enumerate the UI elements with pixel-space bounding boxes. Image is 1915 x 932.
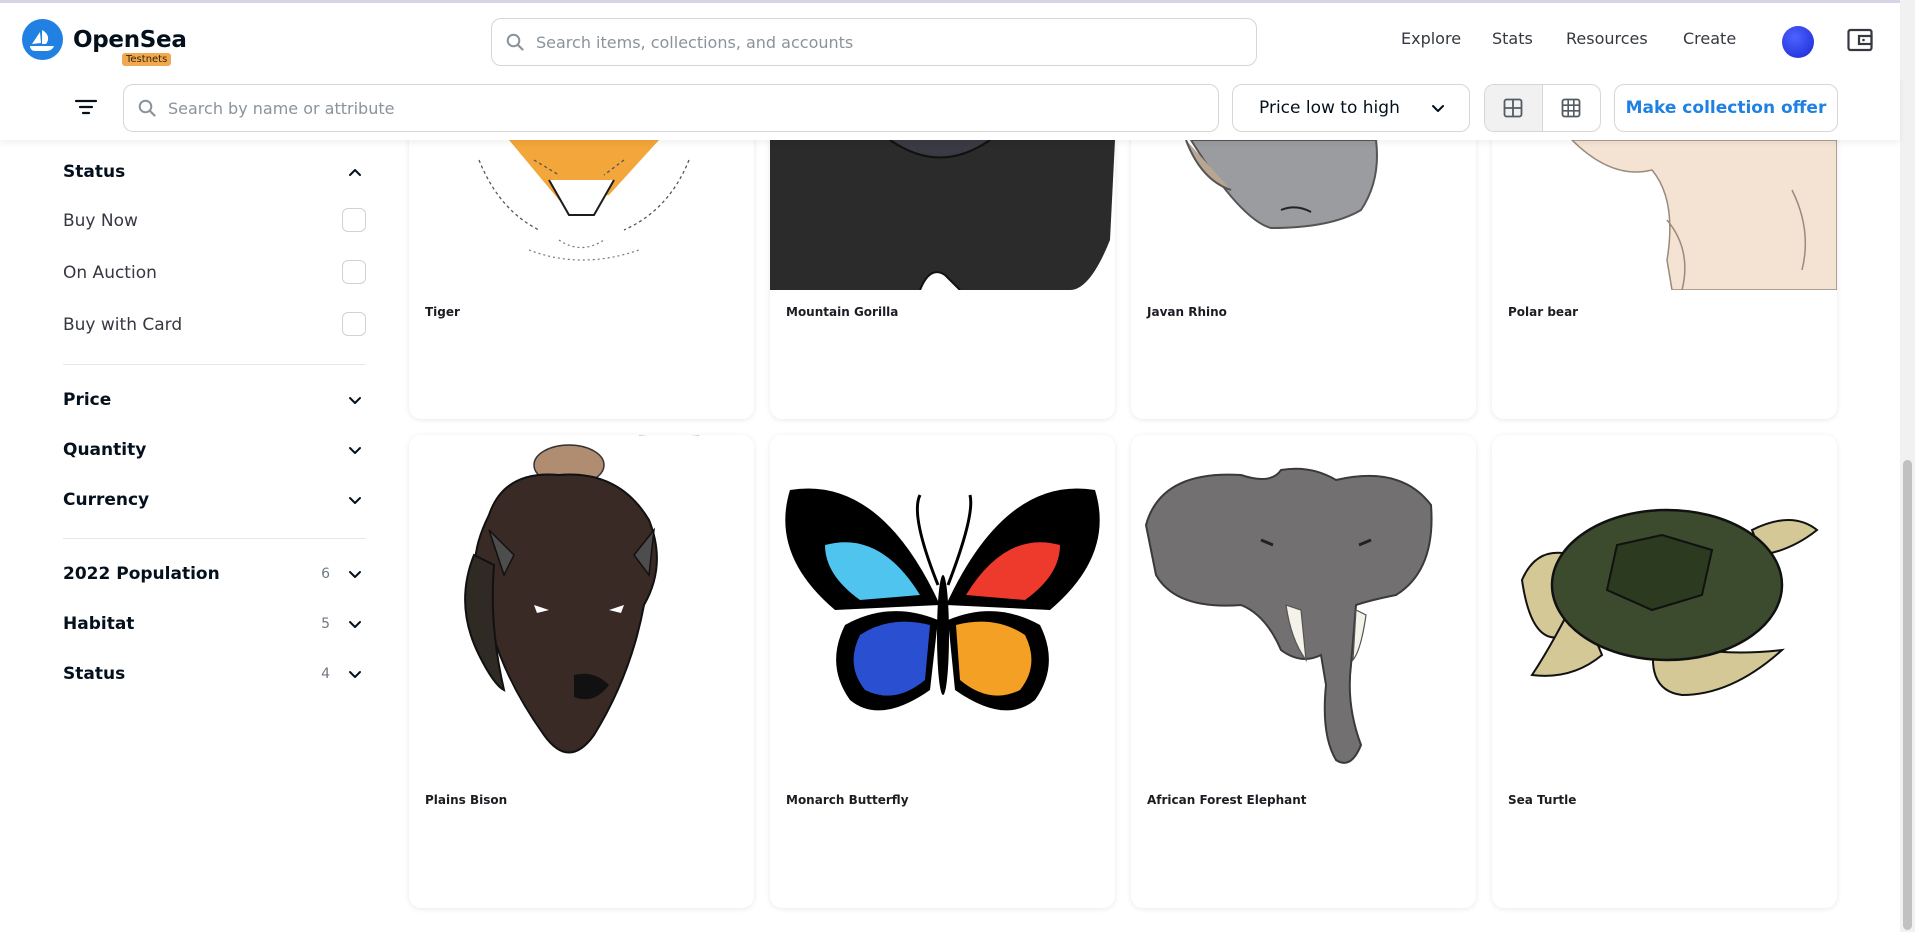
quantity-filter-header[interactable]: Quantity <box>63 440 366 460</box>
nft-card[interactable]: Polar bear <box>1492 100 1837 419</box>
item-name: Sea Turtle <box>1508 793 1577 807</box>
chevron-down-icon <box>349 570 361 578</box>
chevron-down-icon <box>349 496 361 504</box>
buy-with-card-checkbox[interactable] <box>342 312 366 336</box>
sea-turtle-image <box>1492 435 1837 780</box>
trait-count: 6 <box>321 566 330 582</box>
divider <box>63 538 366 539</box>
nft-card[interactable]: Monarch Butterfly <box>770 435 1115 908</box>
chevron-down-icon <box>349 620 361 628</box>
item-name: Tiger <box>425 305 460 319</box>
price-filter-title: Price <box>63 390 112 410</box>
quantity-filter-title: Quantity <box>63 440 147 460</box>
status-option-label: Buy with Card <box>63 315 183 335</box>
status-option-buy-with-card[interactable]: Buy with Card <box>63 312 366 336</box>
nft-card[interactable]: African Forest Elephant <box>1131 435 1476 908</box>
large-grid-icon <box>1503 98 1523 118</box>
nav-stats[interactable]: Stats <box>1492 29 1533 48</box>
trait-status-header[interactable]: Status 4 <box>63 664 366 684</box>
attribute-search-input[interactable] <box>168 98 1168 118</box>
brand-name: OpenSea <box>73 26 187 53</box>
scrollbar-thumb[interactable] <box>1903 460 1912 930</box>
status-option-label: On Auction <box>63 263 157 283</box>
chevron-down-icon <box>1432 104 1444 112</box>
trait-title: 2022 Population <box>63 564 220 584</box>
small-grid-icon <box>1561 98 1581 118</box>
item-name: Plains Bison <box>425 793 508 807</box>
profile-avatar[interactable] <box>1782 26 1814 58</box>
on-auction-checkbox[interactable] <box>342 260 366 284</box>
global-search-bar[interactable] <box>491 18 1257 66</box>
nft-card[interactable]: Plains Bison <box>409 435 754 908</box>
trait-population-header[interactable]: 2022 Population 6 <box>63 564 366 584</box>
attribute-search-bar[interactable] <box>123 84 1219 132</box>
search-icon <box>138 99 156 117</box>
nav-create[interactable]: Create <box>1683 29 1736 48</box>
large-grid-button[interactable] <box>1485 85 1543 131</box>
chevron-up-icon <box>349 168 361 176</box>
trait-count: 4 <box>321 666 330 682</box>
divider <box>63 364 366 365</box>
global-search-input[interactable] <box>536 32 1216 52</box>
chevron-down-icon <box>349 670 361 678</box>
item-name: African Forest Elephant <box>1147 793 1307 807</box>
sort-dropdown[interactable]: Price low to high <box>1232 84 1470 132</box>
nft-card[interactable]: Sea Turtle <box>1492 435 1837 908</box>
top-navbar: OpenSea Testnets Explore Stats Resources… <box>0 3 1900 76</box>
currency-filter-title: Currency <box>63 490 150 510</box>
testnets-badge: Testnets <box>122 53 172 66</box>
status-option-label: Buy Now <box>63 211 138 231</box>
trait-title: Status <box>63 664 126 684</box>
status-option-on-auction[interactable]: On Auction <box>63 260 366 284</box>
nft-card[interactable]: Tiger <box>409 100 754 419</box>
currency-filter-header[interactable]: Currency <box>63 490 366 510</box>
collection-toolbar: Price low to high Make collection offer <box>0 76 1900 140</box>
nft-card[interactable]: Javan Rhino <box>1131 100 1476 419</box>
price-filter-header[interactable]: Price <box>63 390 366 410</box>
elephant-image <box>1131 435 1476 780</box>
sort-label: Price low to high <box>1259 98 1400 118</box>
make-collection-offer-button[interactable]: Make collection offer <box>1614 84 1838 132</box>
filter-toggle-icon[interactable] <box>74 96 98 118</box>
nft-card[interactable]: Mountain Gorilla <box>770 100 1115 419</box>
status-filter-title: Status <box>63 162 126 182</box>
chevron-down-icon <box>349 446 361 454</box>
trait-title: Habitat <box>63 614 135 634</box>
trait-count: 5 <box>321 616 330 632</box>
nav-explore[interactable]: Explore <box>1401 29 1461 48</box>
small-grid-button[interactable] <box>1543 85 1601 131</box>
buy-now-checkbox[interactable] <box>342 208 366 232</box>
wallet-icon[interactable] <box>1847 28 1873 52</box>
bison-image <box>409 435 754 780</box>
opensea-logo-icon <box>22 19 63 60</box>
butterfly-image <box>770 435 1115 780</box>
trait-habitat-header[interactable]: Habitat 5 <box>63 614 366 634</box>
nav-resources[interactable]: Resources <box>1566 29 1648 48</box>
item-name: Polar bear <box>1508 305 1579 319</box>
search-icon <box>506 33 524 51</box>
item-name: Javan Rhino <box>1147 305 1227 319</box>
chevron-down-icon <box>349 396 361 404</box>
status-filter-header[interactable]: Status <box>63 162 366 182</box>
item-name: Mountain Gorilla <box>786 305 899 319</box>
status-option-buy-now[interactable]: Buy Now <box>63 208 366 232</box>
grid-size-toggle <box>1484 84 1601 132</box>
item-name: Monarch Butterfly <box>786 793 909 807</box>
